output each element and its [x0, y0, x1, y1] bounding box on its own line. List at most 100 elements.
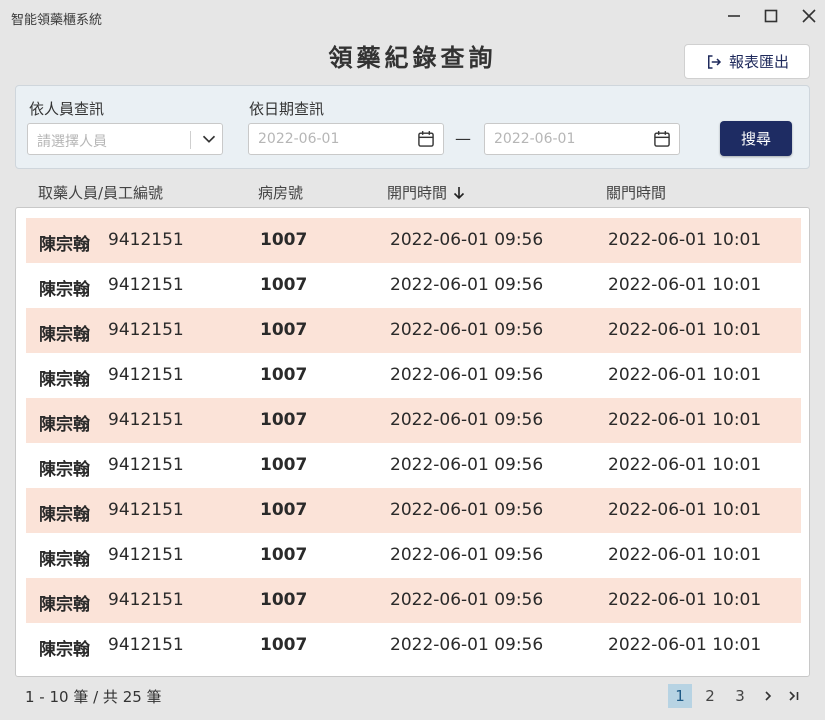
chevron-right-icon	[765, 691, 772, 701]
employee-id: 9412151	[108, 320, 184, 340]
maximize-button[interactable]	[759, 4, 783, 28]
column-header-staff[interactable]: 取藥人員/員工編號	[38, 182, 163, 203]
column-header-open-time[interactable]: 開門時間	[387, 182, 467, 203]
room-number: 1007	[260, 230, 308, 250]
date-range-separator: —	[455, 129, 471, 148]
person-filter-label: 依人員查訊	[29, 100, 105, 118]
open-time: 2022-06-01 09:56	[390, 545, 544, 565]
arrow-down-icon[interactable]	[451, 185, 467, 201]
room-number: 1007	[260, 275, 308, 295]
table-row[interactable]: 陳宗翰 9412151 1007 2022-06-01 09:56 2022-0…	[26, 443, 801, 488]
staff-name: 陳宗翰	[39, 550, 90, 570]
date-to-input[interactable]: 2022-06-01	[484, 123, 680, 155]
calendar-icon[interactable]	[652, 129, 672, 149]
staff-name: 陳宗翰	[39, 595, 90, 615]
staff-name: 陳宗翰	[39, 370, 90, 390]
minimize-button[interactable]	[722, 4, 746, 28]
column-header-open-time-label: 開門時間	[387, 184, 448, 202]
date-from-input[interactable]: 2022-06-01	[248, 123, 444, 155]
page-button-1[interactable]: 1	[668, 684, 692, 708]
room-number: 1007	[260, 455, 308, 475]
open-time: 2022-06-01 09:56	[390, 410, 544, 430]
employee-id: 9412151	[108, 500, 184, 520]
logout-arrow-icon	[707, 54, 722, 69]
room-number: 1007	[260, 635, 308, 655]
employee-id: 9412151	[108, 365, 184, 385]
table-row[interactable]: 陳宗翰 9412151 1007 2022-06-01 09:56 2022-0…	[26, 353, 801, 398]
select-divider	[190, 131, 191, 149]
close-time: 2022-06-01 10:01	[608, 275, 762, 295]
title-bar: 智能領藥櫃系統	[0, 0, 825, 32]
employee-id: 9412151	[108, 410, 184, 430]
last-page-icon	[789, 691, 799, 701]
close-time: 2022-06-01 10:01	[608, 635, 762, 655]
filter-panel: 依人員查訊 依日期查訊 請選擇人員 2022-06-01 — 2022-06-0…	[15, 85, 810, 169]
table-row[interactable]: 陳宗翰 9412151 1007 2022-06-01 09:56 2022-0…	[26, 398, 801, 443]
table-row[interactable]: 陳宗翰 9412151 1007 2022-06-01 09:56 2022-0…	[26, 578, 801, 623]
room-number: 1007	[260, 410, 308, 430]
employee-id: 9412151	[108, 275, 184, 295]
minimize-icon	[728, 15, 740, 17]
room-number: 1007	[260, 590, 308, 610]
close-button[interactable]	[797, 4, 821, 28]
staff-name: 陳宗翰	[39, 505, 90, 525]
search-button[interactable]: 搜尋	[720, 121, 792, 156]
column-header-close-time-label: 關門時間	[606, 184, 667, 202]
employee-id: 9412151	[108, 635, 184, 655]
close-time: 2022-06-01 10:01	[608, 365, 762, 385]
last-page-button[interactable]	[784, 684, 804, 708]
close-icon	[802, 9, 816, 23]
open-time: 2022-06-01 09:56	[390, 500, 544, 520]
room-number: 1007	[260, 320, 308, 340]
employee-id: 9412151	[108, 590, 184, 610]
date-filter-label: 依日期查訊	[249, 100, 325, 118]
pagination-summary: 1 - 10 筆 / 共 25 筆	[25, 688, 162, 706]
maximize-icon	[764, 9, 778, 23]
table-row[interactable]: 陳宗翰 9412151 1007 2022-06-01 09:56 2022-0…	[26, 488, 801, 533]
close-time: 2022-06-01 10:01	[608, 590, 762, 610]
column-header-room-label: 病房號	[258, 184, 304, 202]
staff-name: 陳宗翰	[39, 460, 90, 480]
open-time: 2022-06-01 09:56	[390, 590, 544, 610]
records-table: 陳宗翰 9412151 1007 2022-06-01 09:56 2022-0…	[15, 207, 810, 677]
table-row[interactable]: 陳宗翰 9412151 1007 2022-06-01 09:56 2022-0…	[26, 308, 801, 353]
table-row[interactable]: 陳宗翰 9412151 1007 2022-06-01 09:56 2022-0…	[26, 263, 801, 308]
close-time: 2022-06-01 10:01	[608, 455, 762, 475]
person-select[interactable]: 請選擇人員	[27, 123, 223, 155]
open-time: 2022-06-01 09:56	[390, 635, 544, 655]
page-button-2[interactable]: 2	[699, 684, 721, 708]
date-to-value: 2022-06-01	[494, 131, 576, 147]
export-report-button[interactable]: 報表匯出	[684, 44, 810, 79]
open-time: 2022-06-01 09:56	[390, 320, 544, 340]
close-time: 2022-06-01 10:01	[608, 500, 762, 520]
calendar-icon[interactable]	[416, 129, 436, 149]
column-header-staff-label: 取藥人員/員工編號	[38, 184, 164, 202]
person-select-placeholder: 請選擇人員	[37, 134, 107, 150]
date-from-value: 2022-06-01	[258, 131, 340, 147]
staff-name: 陳宗翰	[39, 415, 90, 435]
employee-id: 9412151	[108, 545, 184, 565]
next-page-button[interactable]	[758, 684, 778, 708]
app-title: 智能領藥櫃系統	[11, 13, 103, 28]
table-row[interactable]: 陳宗翰 9412151 1007 2022-06-01 09:56 2022-0…	[26, 533, 801, 578]
table-row[interactable]: 陳宗翰 9412151 1007 2022-06-01 09:56 2022-0…	[26, 218, 801, 263]
room-number: 1007	[260, 545, 308, 565]
close-time: 2022-06-01 10:01	[608, 545, 762, 565]
employee-id: 9412151	[108, 455, 184, 475]
open-time: 2022-06-01 09:56	[390, 365, 544, 385]
open-time: 2022-06-01 09:56	[390, 230, 544, 250]
column-header-close-time[interactable]: 關門時間	[606, 182, 666, 203]
export-report-label: 報表匯出	[728, 53, 789, 71]
close-time: 2022-06-01 10:01	[608, 320, 762, 340]
open-time: 2022-06-01 09:56	[390, 455, 544, 475]
room-number: 1007	[260, 365, 308, 385]
page-button-3[interactable]: 3	[729, 684, 751, 708]
chevron-down-icon[interactable]	[198, 128, 220, 150]
column-header-room[interactable]: 病房號	[258, 182, 303, 203]
staff-name: 陳宗翰	[39, 280, 90, 300]
staff-name: 陳宗翰	[39, 640, 90, 660]
close-time: 2022-06-01 10:01	[608, 230, 762, 250]
open-time: 2022-06-01 09:56	[390, 275, 544, 295]
staff-name: 陳宗翰	[39, 235, 90, 255]
table-row[interactable]: 陳宗翰 9412151 1007 2022-06-01 09:56 2022-0…	[26, 623, 801, 668]
